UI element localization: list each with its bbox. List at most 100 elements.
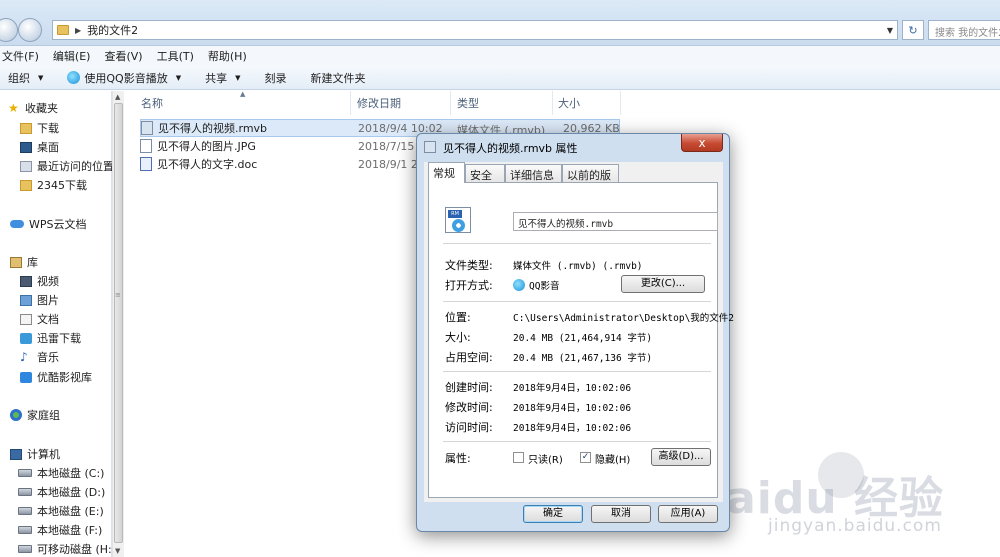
file-row-doc[interactable]: 见不得人的文字.doc (140, 155, 257, 173)
readonly-checkbox[interactable] (513, 452, 524, 463)
play-qq-button[interactable]: 使用QQ影音播放 ▼ (67, 70, 181, 86)
size-value: 20.4 MB (21,464,914 字节) (513, 333, 653, 344)
tab-security[interactable]: 安全 (465, 164, 505, 182)
location-value: C:\Users\Administrator\Desktop\我的文件2 (513, 313, 735, 324)
nav-homegroup[interactable]: 家庭组 (10, 407, 60, 423)
nav-libraries[interactable]: 库 (10, 254, 38, 270)
filename-input[interactable]: 见不得人的视频.rmvb (513, 212, 718, 231)
caret-down-icon: ▼ (235, 73, 241, 82)
nav-drive-c[interactable]: 本地磁盘 (C:) (18, 465, 104, 481)
nav-favorites-label: 收藏夹 (25, 102, 58, 115)
menu-tools[interactable]: 工具(T) (157, 48, 194, 64)
nav-downloads[interactable]: 下载 (20, 120, 59, 136)
nav-video-label: 视频 (37, 275, 59, 288)
chevron-down-icon[interactable]: ▼ (887, 26, 893, 35)
nav-youku-label: 优酷影视库 (37, 371, 92, 384)
file-row-image[interactable]: 见不得人的图片.JPG (140, 137, 256, 155)
nav-drive-h[interactable]: 可移动磁盘 (H:) (18, 541, 116, 557)
openwith-label: 打开方式: (445, 279, 493, 292)
forward-button[interactable] (18, 18, 42, 42)
nav-videos[interactable]: 视频 (20, 273, 59, 289)
nav-2345-label: 2345下载 (37, 179, 87, 192)
nav-2345-downloads[interactable]: 2345下载 (20, 177, 87, 193)
organize-button[interactable]: 组织 ▼ (8, 70, 43, 86)
nav-documents-label: 文档 (37, 313, 59, 326)
hidden-checkbox[interactable]: ✓ (580, 452, 591, 463)
nav-xunlei[interactable]: 迅雷下载 (20, 330, 81, 346)
scroll-up-icon[interactable]: ▲ (115, 93, 120, 101)
advanced-button[interactable]: 高级(D)... (651, 448, 711, 466)
scroll-thumb[interactable] (114, 103, 123, 543)
nav-drive-d-label: 本地磁盘 (D:) (37, 486, 106, 499)
close-icon: x (698, 135, 706, 150)
nav-wps-cloud[interactable]: WPS云文档 (10, 216, 87, 232)
nav-documents[interactable]: 文档 (20, 311, 59, 327)
nav-music[interactable]: ♪ 音乐 (20, 349, 59, 365)
refresh-button[interactable]: ↻ (902, 20, 924, 40)
nav-drive-d[interactable]: 本地磁盘 (D:) (18, 484, 105, 500)
download-icon (20, 332, 32, 344)
menu-help[interactable]: 帮助(H) (208, 48, 247, 64)
menu-file[interactable]: 文件(F) (2, 48, 39, 64)
nav-favorites[interactable]: ★ 收藏夹 (8, 100, 58, 116)
image-file-icon (140, 139, 152, 153)
general-tab-panel: RM 见不得人的视频.rmvb 文件类型: 媒体文件 (.rmvb) (.rmv… (428, 182, 734, 498)
attributes-label: 属性: (445, 452, 471, 465)
back-button[interactable] (0, 18, 18, 42)
search-input[interactable]: 搜索 我的文件2 (928, 20, 1000, 40)
column-modified[interactable]: 修改日期 (357, 91, 401, 115)
created-value: 2018年9月4日，10:02:06 (513, 383, 632, 394)
nav-xunlei-label: 迅雷下载 (37, 332, 81, 345)
nav-drive-f[interactable]: 本地磁盘 (F:) (18, 522, 102, 538)
column-divider[interactable] (620, 91, 621, 115)
apply-button[interactable]: 应用(A) (658, 505, 718, 523)
tab-details[interactable]: 详细信息 (505, 164, 562, 182)
new-folder-button[interactable]: 新建文件夹 (311, 70, 366, 86)
disksize-label: 占用空间: (445, 351, 493, 364)
chevron-right-icon[interactable]: ▶ (75, 26, 81, 35)
modified-label: 修改时间: (445, 401, 493, 414)
nav-recent-label: 最近访问的位置 (37, 160, 114, 173)
share-button[interactable]: 共享 ▼ (205, 70, 240, 86)
refresh-icon: ↻ (908, 23, 918, 37)
nav-scrollbar[interactable]: ▲ ≡ ▼ (112, 91, 124, 557)
column-divider[interactable] (552, 91, 553, 115)
burn-button[interactable]: 刻录 (265, 70, 287, 86)
cancel-button[interactable]: 取消 (591, 505, 651, 523)
nav-library-label: 库 (27, 256, 38, 269)
nav-pictures[interactable]: 图片 (20, 292, 59, 308)
change-button[interactable]: 更改(C)... (621, 275, 705, 293)
command-toolbar: 组织 ▼ 使用QQ影音播放 ▼ 共享 ▼ 刻录 新建文件夹 (0, 66, 1000, 90)
close-button[interactable]: x (681, 134, 723, 152)
ok-button[interactable]: 确定 (523, 505, 583, 523)
separator (443, 301, 711, 302)
dialog-title: 见不得人的视频.rmvb 属性 (443, 142, 578, 155)
address-path: 我的文件2 (87, 24, 139, 37)
rmvb-file-large-icon: RM (445, 207, 471, 233)
nav-desktop[interactable]: 桌面 (20, 139, 59, 155)
scroll-down-icon[interactable]: ▼ (115, 547, 120, 555)
drive-icon (18, 469, 32, 477)
location-label: 位置: (445, 311, 471, 324)
column-type[interactable]: 类型 (457, 91, 479, 115)
column-name[interactable]: 名称 (141, 91, 163, 115)
tab-general[interactable]: 常规 (428, 162, 465, 183)
burn-label: 刻录 (264, 71, 287, 85)
nav-youku[interactable]: 优酷影视库 (20, 369, 92, 385)
column-divider[interactable] (350, 91, 351, 115)
nav-recent[interactable]: 最近访问的位置 (20, 158, 114, 174)
filetype-label: 文件类型: (445, 259, 493, 272)
tab-previous-versions[interactable]: 以前的版本 (562, 164, 619, 198)
file-date: 2018/9/1 23 (358, 158, 425, 171)
menu-view[interactable]: 查看(V) (104, 48, 142, 64)
nav-drive-e[interactable]: 本地磁盘 (E:) (18, 503, 104, 519)
nav-computer[interactable]: 计算机 (10, 446, 60, 462)
star-icon: ★ (8, 101, 19, 115)
menu-edit[interactable]: 编辑(E) (53, 48, 91, 64)
drive-icon (18, 526, 32, 534)
folder-icon (20, 122, 32, 134)
play-qq-label: 使用QQ影音播放 (84, 71, 168, 85)
column-divider[interactable] (450, 91, 451, 115)
address-input[interactable]: ▶ 我的文件2 ▼ (52, 20, 898, 40)
column-size[interactable]: 大小 (558, 91, 580, 115)
